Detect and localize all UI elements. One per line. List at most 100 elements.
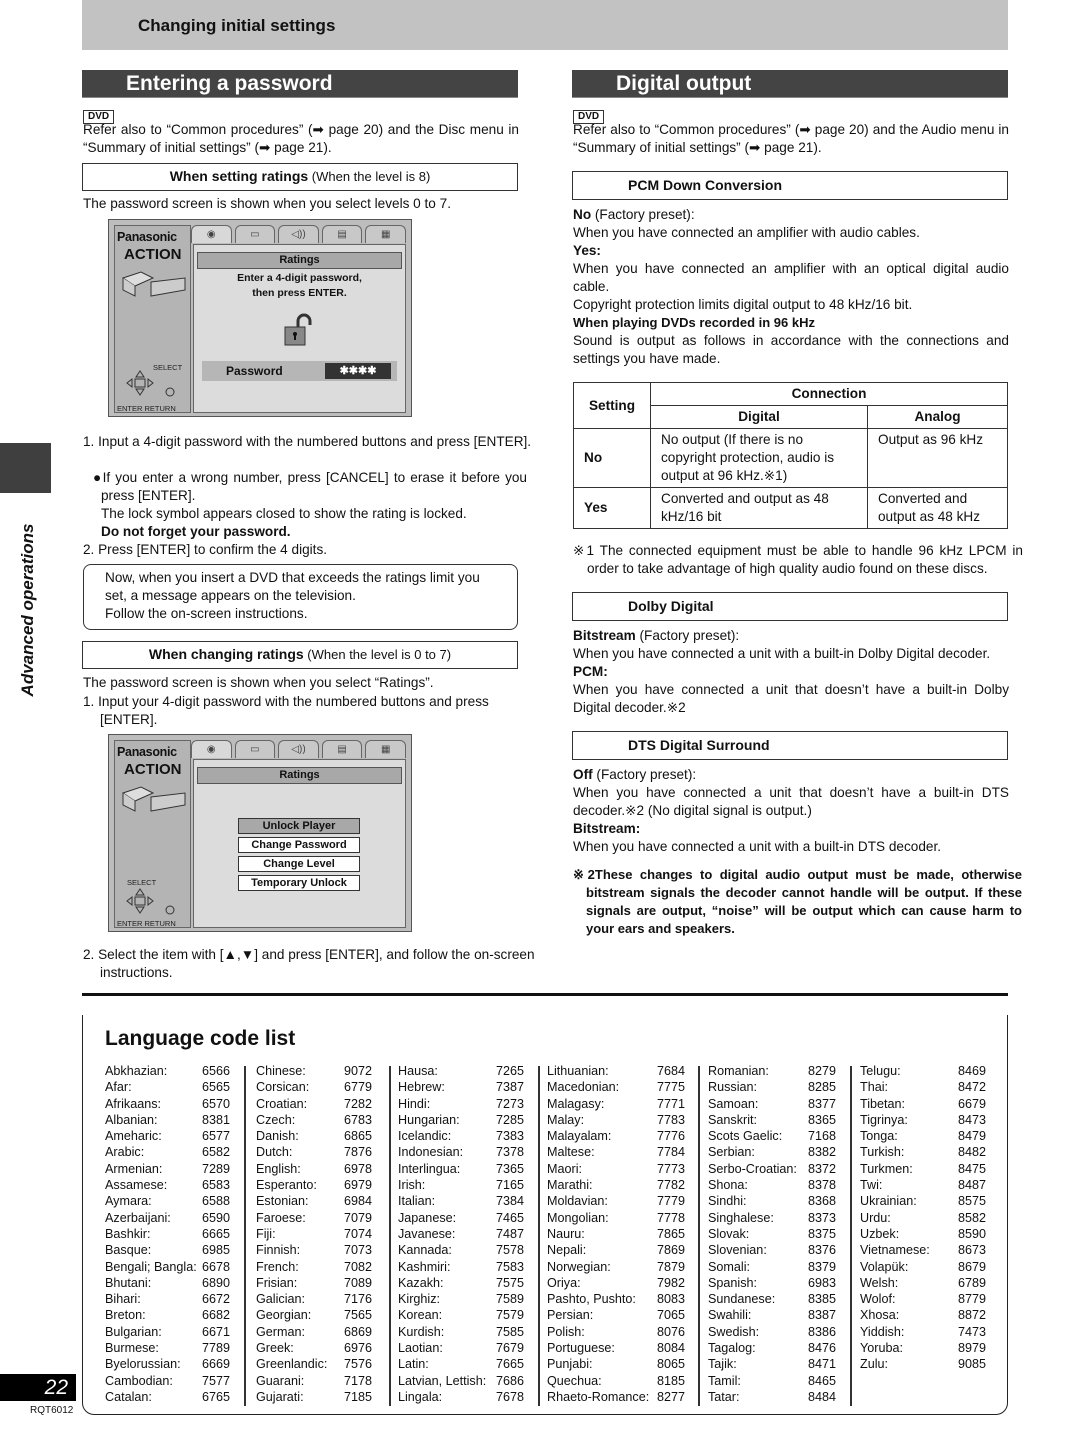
language-code: 7074 [343, 1226, 372, 1241]
language-row: Frisian: 7089 [256, 1275, 372, 1291]
language-row: Samoan: 8377 [708, 1096, 836, 1112]
language-code: 8378 [807, 1178, 836, 1193]
menu-change-level[interactable]: Change Level [238, 856, 360, 872]
language-code: 6582 [201, 1145, 230, 1160]
language-name: Latvian, Lettish: [398, 1373, 487, 1388]
language-name: Faroese: [256, 1210, 306, 1225]
col-analog: Analog [867, 405, 1008, 429]
dts-off-desc: When you have connected a unit that does… [573, 785, 1009, 818]
language-name: Albanian: [105, 1112, 158, 1127]
language-name: Arabic: [105, 1145, 145, 1160]
language-row: Breton: 6682 [105, 1307, 230, 1323]
language-code: 7665 [495, 1357, 524, 1372]
language-name: Yoruba: [860, 1341, 903, 1356]
language-name: Icelandic: [398, 1129, 452, 1144]
language-name: Slovak: [708, 1226, 750, 1241]
picture-icon: ▭ [234, 740, 276, 758]
language-row: Turkmen: 8475 [860, 1161, 986, 1177]
language-row: Thai: 8472 [860, 1079, 986, 1095]
language-code: 8465 [807, 1373, 836, 1388]
language-name: Tibetan: [860, 1096, 906, 1111]
setting-ratings-heading: When setting ratings (When the level is … [82, 163, 518, 191]
col-digital: Digital [650, 405, 868, 429]
language-name: Maori: [547, 1161, 582, 1176]
other-icon: ▦ [365, 740, 406, 758]
menu-unlock-player[interactable]: Unlock Player [238, 818, 360, 834]
language-name: Portuguese: [547, 1341, 615, 1356]
language-column: Abkhazian: 6566 Afar: 6565 Afrikaans: 6570 Alb… [105, 1063, 230, 1405]
changing-ratings-desc: The password screen is shown when you se… [83, 675, 434, 690]
language-name: Latin: [398, 1357, 429, 1372]
section-title-digital-output: Digital output [572, 70, 1008, 98]
pcm-yes-label: Yes: [573, 243, 601, 258]
language-row: Nauru: 7865 [547, 1226, 685, 1242]
language-code: 7073 [343, 1243, 372, 1258]
language-code: 6869 [343, 1324, 372, 1339]
language-row: Wolof: 8779 [860, 1291, 986, 1307]
password-field[interactable]: ✱✱✱✱ [325, 363, 391, 379]
select-label: SELECT [127, 878, 157, 887]
language-name: Norwegian: [547, 1259, 611, 1274]
dolby-heading: Dolby Digital [572, 592, 1008, 621]
language-row: Greek: 6976 [256, 1340, 372, 1356]
col-setting: Setting [573, 382, 651, 429]
col-connection: Connection [650, 382, 1008, 406]
language-name: Bengali; Bangla: [105, 1259, 197, 1274]
disc-icon: ◉ [191, 225, 232, 243]
language-row: Singhalese: 8373 [708, 1210, 836, 1226]
column-separator [698, 1066, 700, 1406]
language-row: Azerbaijani: 6590 [105, 1210, 230, 1226]
language-list-title: Language code list [105, 1027, 296, 1050]
language-row: Italian: 7384 [398, 1193, 524, 1209]
language-row: Assamese: 6583 [105, 1177, 230, 1193]
language-name: Breton: [105, 1308, 146, 1323]
language-row: Sundanese: 8385 [708, 1291, 836, 1307]
language-name: Kannada: [398, 1243, 452, 1258]
language-row: Quechua: 8185 [547, 1373, 685, 1389]
language-row: Dutch: 7876 [256, 1144, 372, 1160]
language-row: Korean: 7579 [398, 1307, 524, 1323]
language-code: 8673 [957, 1243, 986, 1258]
language-code: 6984 [343, 1194, 372, 1209]
page-number: 22 [0, 1374, 76, 1401]
enter-return-label: ENTER RETURN [117, 404, 176, 413]
language-code: 6765 [201, 1389, 230, 1404]
language-row: Slovak: 8375 [708, 1226, 836, 1242]
language-name: Afrikaans: [105, 1096, 161, 1111]
language-code: 7168 [807, 1129, 836, 1144]
language-name: Wolof: [860, 1292, 896, 1307]
language-code: 7778 [656, 1210, 685, 1225]
osd-tabs: ◉ ▭ ◁)) ▤ ▦ [191, 740, 406, 758]
language-row: Tatar: 8484 [708, 1389, 836, 1405]
language-name: Guarani: [256, 1373, 305, 1388]
osd-panel: Ratings Enter a 4-digit password, then p… [193, 244, 406, 413]
language-name: Turkmen: [860, 1161, 913, 1176]
dolby-pcm-label: PCM: [573, 664, 608, 679]
other-icon: ▦ [365, 225, 406, 243]
language-name: Bhutani: [105, 1275, 152, 1290]
language-code: 7082 [343, 1259, 372, 1274]
language-row: Oriya: 7982 [547, 1275, 685, 1291]
language-code: 6682 [201, 1308, 230, 1323]
changing-step-1: 1. Input your 4-digit password with the … [83, 694, 489, 727]
osd-password-screen: Panasonic ACTION SELECT ENTER RETURN ◉ ▭… [108, 219, 412, 417]
language-name: Kurdish: [398, 1324, 445, 1339]
osd-title: Ratings [197, 252, 402, 269]
menu-temporary-unlock[interactable]: Temporary Unlock [238, 875, 360, 891]
language-code: 8679 [957, 1259, 986, 1274]
language-name: Corsican: [256, 1080, 310, 1095]
language-code: 7782 [656, 1178, 685, 1193]
language-code: 8482 [957, 1145, 986, 1160]
footnote-1: ※1 The connected equipment must be able … [573, 543, 1023, 576]
display-icon: ▤ [321, 225, 363, 243]
language-row: Slovenian: 8376 [708, 1242, 836, 1258]
document-id: RQT6012 [30, 1405, 74, 1416]
language-code: 7589 [495, 1292, 524, 1307]
language-name: Nauru: [547, 1226, 585, 1241]
language-row: Croatian: 7282 [256, 1096, 372, 1112]
language-name: Somali: [708, 1259, 750, 1274]
menu-change-password[interactable]: Change Password [238, 837, 360, 853]
language-name: Marathi: [547, 1178, 593, 1193]
dolby-pcm-desc: When you have connected a unit that does… [573, 682, 1009, 715]
language-name: Swedish: [708, 1324, 760, 1339]
